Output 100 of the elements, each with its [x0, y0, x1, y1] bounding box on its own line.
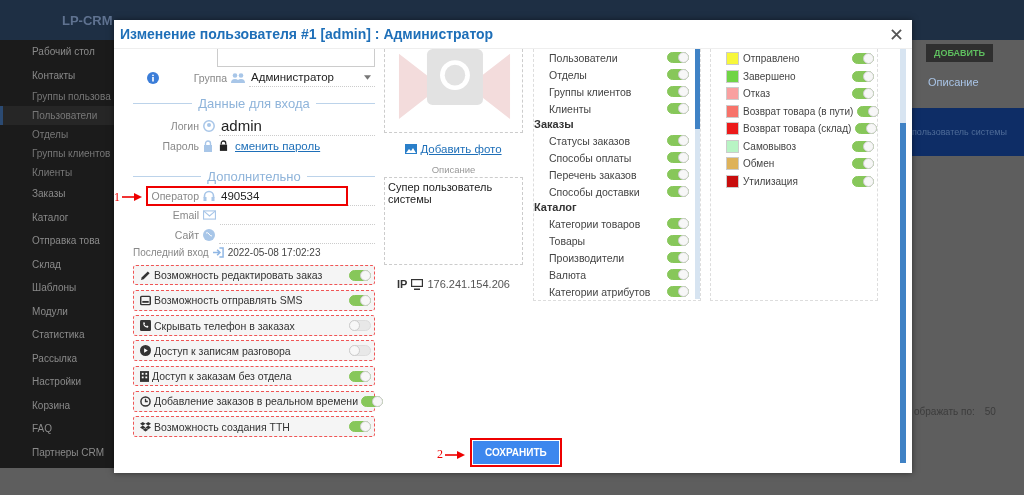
toggle-switch[interactable] [349, 269, 371, 281]
scrollbar[interactable] [900, 49, 906, 463]
sidebar-item[interactable]: Модули [0, 299, 114, 323]
description-field[interactable]: Супер пользователь системы [384, 177, 523, 265]
toggle-switch[interactable] [855, 123, 878, 135]
toggle-switch[interactable] [667, 86, 689, 97]
option-label: Возможность редактировать заказ [154, 269, 324, 281]
lock-icon [203, 139, 213, 152]
toggle-switch[interactable] [667, 52, 689, 63]
toggle-switch[interactable] [852, 88, 874, 100]
toggle-switch[interactable] [667, 135, 689, 146]
sidebar-item[interactable]: Склад [0, 252, 114, 276]
toggle-switch[interactable] [667, 69, 689, 80]
field-label: Группа [192, 71, 227, 84]
toggle-switch[interactable] [361, 395, 383, 407]
sidebar-item[interactable]: Контакты [0, 63, 114, 87]
toggle-switch[interactable] [349, 370, 371, 382]
permission-label: Пользователи [549, 51, 618, 64]
sidebar-item[interactable]: Группы клиентов [0, 144, 114, 163]
message-icon [140, 294, 151, 306]
sidebar-item[interactable]: Отделы [0, 125, 114, 144]
permission-label: Способы доставки [549, 185, 640, 198]
sidebar-item[interactable]: Шаблоны [0, 276, 114, 300]
user-icon [203, 120, 215, 133]
ip-label: IP [397, 278, 408, 290]
status-label: Отправлено [743, 53, 801, 65]
toggle-switch[interactable] [852, 53, 874, 65]
permission-label: Категории атрибутов [549, 285, 651, 298]
sidebar-item[interactable]: Рабочий стол [0, 40, 114, 64]
toggle-switch[interactable] [667, 186, 689, 197]
clock-icon [140, 395, 151, 407]
sidebar-item[interactable]: FAQ [0, 417, 114, 441]
toggle-switch[interactable] [349, 294, 371, 306]
brand-name: LP-CRM [62, 12, 113, 28]
login-value: admin [219, 116, 375, 136]
option-label: Добавление заказов в реальном времени [154, 395, 358, 408]
toggle-switch[interactable] [667, 252, 689, 263]
field-label: Оператор [150, 190, 199, 203]
toggle-switch[interactable] [349, 421, 371, 433]
sidebar-item[interactable]: Рассылка [0, 346, 114, 370]
toggle-switch[interactable] [667, 103, 689, 114]
sidebar-item[interactable]: Статистика [0, 323, 114, 347]
toggle-switch[interactable] [852, 70, 874, 82]
sidebar-item[interactable]: Пользователи [0, 106, 114, 125]
section-title: Дополнительно [133, 167, 375, 186]
pencil-icon [140, 269, 151, 281]
box-icon [140, 421, 151, 433]
toggle-switch[interactable] [667, 269, 689, 280]
toggle-switch[interactable] [852, 175, 874, 187]
play-icon [140, 345, 151, 357]
sidebar-item[interactable]: Отправка това [0, 229, 114, 253]
add-button[interactable]: ДОБАВИТЬ [926, 44, 993, 62]
toggle-switch[interactable] [667, 152, 689, 163]
option-label: Скрывать телефон в заказах [154, 319, 296, 332]
section-title: Данные для входа [133, 94, 375, 113]
group-select[interactable]: Администратор [249, 68, 375, 88]
status-label: Возврат товара (в пути) [743, 105, 854, 117]
sidebar-item[interactable]: Заказы [0, 182, 114, 206]
option-label: Доступ к записям разговора [154, 344, 292, 357]
last-login-label: Последний вход [133, 246, 209, 258]
lock-icon [219, 140, 228, 152]
input-field[interactable]: 490534 [219, 186, 375, 206]
close-icon[interactable] [891, 28, 902, 40]
toggle-switch[interactable] [349, 320, 371, 332]
sidebar-item[interactable]: Партнеры CRM [0, 440, 114, 464]
save-button[interactable]: СОХРАНИТЬ [473, 440, 559, 464]
toggle-switch[interactable] [349, 345, 371, 357]
sidebar-item[interactable]: Настройки [0, 370, 114, 394]
status-label: Самовывоз [743, 140, 798, 152]
ip-address: 176.241.154.206 [427, 278, 510, 290]
sidebar-item[interactable]: Корзина [0, 393, 114, 417]
permission-label: Статусы заказов [549, 134, 630, 147]
toggle-switch[interactable] [852, 140, 874, 152]
permission-group-title: Заказы [534, 117, 575, 132]
change-password-link[interactable]: сменить пароль [235, 136, 321, 155]
sidebar-item[interactable]: Каталог [0, 205, 114, 229]
sidebar-item[interactable]: Клиенты [0, 163, 114, 182]
option-label: Возможность создания ТТН [154, 420, 291, 433]
toggle-switch[interactable] [852, 158, 874, 170]
description-label: Описание [431, 164, 476, 175]
input-field[interactable] [217, 49, 375, 67]
permission-group-title: Каталог [534, 200, 578, 215]
last-login-value: 2022-05-08 17:02:23 [227, 246, 321, 258]
field-label: Email [171, 209, 199, 222]
option-label: Возможность отправлять SMS [154, 294, 304, 307]
permission-label: Отделы [549, 68, 587, 81]
toggle-switch[interactable] [667, 169, 689, 180]
toggle-switch[interactable] [667, 218, 689, 229]
toggle-switch[interactable] [667, 286, 689, 297]
sign-in-icon [212, 246, 224, 258]
sidebar-item[interactable]: Группы пользова [0, 87, 114, 106]
add-photo-link[interactable]: Добавить фото [405, 143, 502, 155]
scrollbar[interactable] [695, 49, 700, 299]
option-label: Доступ к заказам без отдела [152, 370, 293, 383]
dialog-title: Изменение пользователя #1 [admin] : Администратор [120, 26, 494, 42]
info-icon[interactable] [147, 71, 159, 84]
permission-label: Группы клиентов [549, 85, 632, 98]
toggle-switch[interactable] [667, 235, 689, 246]
users-icon [231, 71, 245, 84]
toggle-switch[interactable] [857, 105, 880, 117]
